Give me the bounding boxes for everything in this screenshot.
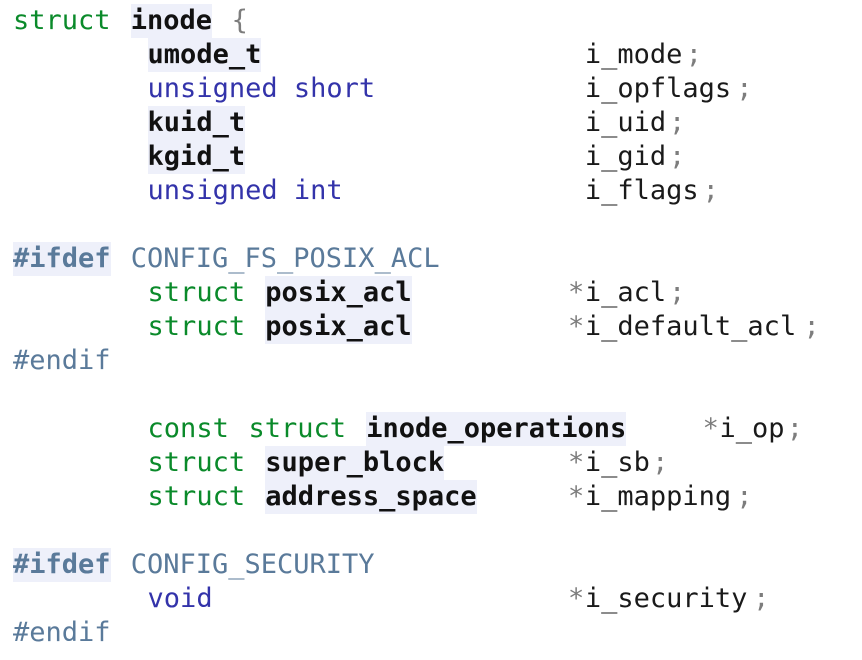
code-token-keyword: struct <box>147 447 246 478</box>
code-line: struct posix_acl * i_acl; <box>0 276 862 310</box>
code-token-ident: i_mode <box>584 39 683 70</box>
code-line: unsigned int i_flags; <box>0 174 862 208</box>
code-token-punct: ; <box>753 583 770 614</box>
code-token-keyword: struct <box>248 413 347 444</box>
code-token-prepro-kw: #ifdef <box>13 242 111 276</box>
code-line: #ifdef CONFIG_SECURITY <box>0 548 862 582</box>
code-line: #endif <box>0 344 862 378</box>
code-token-typename: posix_acl <box>265 310 412 344</box>
code-token-typename: kuid_t <box>147 106 246 140</box>
code-line: #ifdef CONFIG_FS_POSIX_ACL <box>0 242 862 276</box>
code-token-ident: i_sb <box>584 447 650 478</box>
code-token-builtin: void <box>147 583 213 614</box>
code-line: umode_t i_mode; <box>0 38 862 72</box>
code-token-punct: * <box>568 447 585 478</box>
code-token-punct: ; <box>702 175 719 206</box>
code-token-punct: * <box>568 481 585 512</box>
code-token-prepro-kw: #ifdef <box>13 548 111 582</box>
code-token-ident: i_gid <box>584 141 667 172</box>
code-line: struct inode { <box>0 4 862 38</box>
code-listing: struct inode{umode_t i_mode; unsigned short… <box>0 0 862 660</box>
code-line: kgid_t i_gid; <box>0 140 862 174</box>
code-token-keyword: struct <box>147 481 246 512</box>
code-token-typename: posix_acl <box>265 276 412 310</box>
code-token-keyword: struct <box>147 311 246 342</box>
code-token-punct: ; <box>668 141 686 172</box>
code-token-punct: ; <box>803 311 820 342</box>
code-token-prepro: #endif <box>13 617 111 648</box>
code-token-punct: ; <box>668 277 686 308</box>
code-token-punct: * <box>568 583 585 614</box>
code-token-punct: { <box>231 5 248 36</box>
code-token-punct: ; <box>786 413 803 444</box>
code-token-typename: address_space <box>265 480 477 514</box>
code-token-ident: i_op <box>719 413 785 444</box>
code-line: unsigned short i_opflags; <box>0 72 862 106</box>
code-token-builtin: unsigned int <box>147 175 343 206</box>
code-line: void * i_security; <box>0 582 862 616</box>
code-token-punct: ; <box>652 447 669 478</box>
code-line: #endif <box>0 616 862 650</box>
code-token-punct: ; <box>736 481 753 512</box>
code-token-ident: i_opflags <box>584 73 732 104</box>
code-line: kuid_t i_uid; <box>0 106 862 140</box>
code-token-ident: i_acl <box>584 277 667 308</box>
code-token-ident: i_mapping <box>584 481 732 512</box>
code-token-typename: umode_t <box>147 38 262 72</box>
code-line: struct super_block * i_sb; <box>0 446 862 480</box>
code-token-typename: super_block <box>265 446 445 480</box>
code-token-punct: * <box>702 413 719 444</box>
code-line: struct posix_acl * i_default_acl; <box>0 310 862 344</box>
code-token-prepro: CONFIG_SECURITY <box>130 549 375 580</box>
code-line: struct address_space * i_mapping; <box>0 480 862 514</box>
code-token-prepro: CONFIG_FS_POSIX_ACL <box>130 243 440 274</box>
code-token-punct: * <box>568 311 585 342</box>
code-token-prepro: #endif <box>13 345 111 376</box>
code-token-typename: kgid_t <box>147 140 246 174</box>
code-token-keyword: struct <box>13 5 111 36</box>
code-token-typename: inode <box>130 4 213 38</box>
code-token-ident: i_security <box>584 583 748 614</box>
code-token-builtin: unsigned short <box>147 73 376 104</box>
code-token-ident: i_default_acl <box>584 311 797 342</box>
code-token-ident: i_uid <box>584 107 667 138</box>
code-token-typename: inode_operations <box>366 412 627 446</box>
code-line: const struct inode_operations * i_op; <box>0 412 862 446</box>
code-token-keyword: const <box>147 413 229 444</box>
code-token-keyword: struct <box>147 277 246 308</box>
code-token-punct: ; <box>736 73 753 104</box>
code-token-punct: ; <box>685 39 703 70</box>
code-token-punct: * <box>568 277 585 308</box>
code-token-ident: i_flags <box>584 175 699 206</box>
code-token-punct: ; <box>668 107 686 138</box>
